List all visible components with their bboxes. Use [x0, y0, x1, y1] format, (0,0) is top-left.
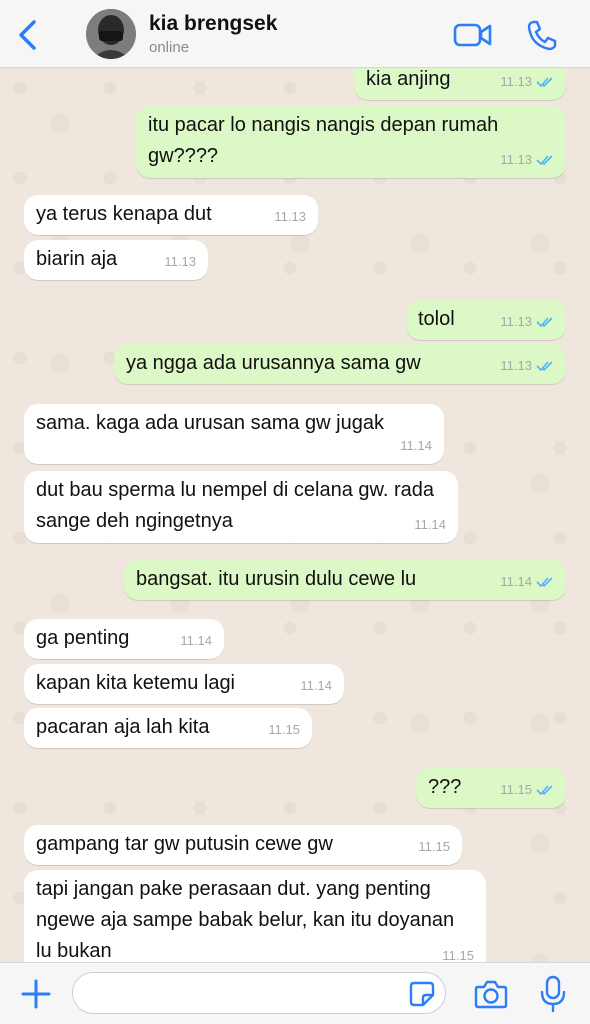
message-text: tapi jangan pake perasaan dut. yang pent…	[36, 878, 455, 962]
message-bubble-incoming[interactable]: dut bau sperma lu nempel di celana gw. r…	[24, 471, 458, 543]
message-time: 11.14	[180, 633, 212, 648]
message-bubble-incoming[interactable]: sama. kaga ada urusan sama gw jugak 11.1…	[24, 404, 444, 464]
message-time: 11.13	[500, 74, 532, 89]
message-time: 11.14	[300, 678, 332, 693]
read-receipt-icon	[536, 784, 553, 795]
message-time: 11.13	[274, 209, 306, 224]
message-time: 11.13	[164, 254, 196, 269]
message-text: itu pacar lo nangis nangis depan rumah g…	[148, 114, 499, 167]
message-bubble-outgoing[interactable]: bangsat. itu urusin dulu cewe lu 11.14	[124, 560, 566, 600]
message-text: bangsat. itu urusin dulu cewe lu	[136, 568, 417, 590]
message-bubble-outgoing[interactable]: itu pacar lo nangis nangis depan rumah g…	[136, 106, 566, 178]
message-bubble-incoming[interactable]: ya terus kenapa dut 11.13	[24, 195, 318, 235]
message-text: sama. kaga ada urusan sama gw jugak	[36, 412, 384, 434]
read-receipt-icon	[536, 316, 553, 327]
video-call-icon[interactable]	[452, 20, 494, 50]
contact-avatar[interactable]	[86, 9, 136, 59]
camera-icon[interactable]	[474, 978, 508, 1010]
message-text: pacaran aja lah kita	[36, 716, 210, 738]
message-bubble-outgoing[interactable]: ya ngga ada urusannya sama gw 11.13	[114, 344, 566, 384]
message-bubble-outgoing[interactable]: tolol 11.13	[406, 300, 566, 340]
read-receipt-icon	[536, 360, 553, 371]
contact-status: online	[149, 39, 190, 56]
message-bubble-incoming[interactable]: gampang tar gw putusin cewe gw 11.15	[24, 825, 462, 865]
plus-icon[interactable]	[20, 978, 52, 1010]
contact-name[interactable]: kia brengsek	[149, 12, 277, 36]
message-bubble-incoming[interactable]: biarin aja 11.13	[24, 240, 208, 280]
message-list[interactable]: kia anjing 11.13 itu pacar lo nangis nan…	[0, 68, 590, 962]
message-text: ya terus kenapa dut	[36, 203, 212, 225]
message-bubble-outgoing[interactable]: kia anjing 11.13	[354, 68, 566, 100]
message-time: 11.15	[442, 948, 474, 962]
message-text: gampang tar gw putusin cewe gw	[36, 833, 333, 855]
message-time: 11.15	[418, 839, 450, 854]
message-text: dut bau sperma lu nempel di celana gw. r…	[36, 479, 435, 532]
message-time: 11.15	[500, 782, 532, 797]
message-time: 11.13	[500, 358, 532, 373]
read-receipt-icon	[536, 576, 553, 587]
back-chevron-icon[interactable]	[14, 18, 42, 52]
message-time: 11.14	[500, 574, 532, 589]
message-bubble-incoming[interactable]: kapan kita ketemu lagi 11.14	[24, 664, 344, 704]
message-bubble-outgoing[interactable]: ??? 11.15	[416, 768, 566, 808]
message-time: 11.15	[268, 722, 300, 737]
compose-bar	[0, 962, 590, 1024]
chat-header: kia brengsek online	[0, 0, 590, 68]
message-time: 11.14	[414, 517, 446, 532]
message-text: kapan kita ketemu lagi	[36, 672, 236, 694]
message-time: 11.13	[500, 152, 532, 167]
message-time: 11.13	[500, 314, 532, 329]
microphone-icon[interactable]	[540, 975, 566, 1013]
message-time: 11.14	[400, 438, 432, 453]
read-receipt-icon	[536, 76, 553, 87]
phone-icon[interactable]	[525, 18, 557, 52]
message-text: ya ngga ada urusannya sama gw	[126, 352, 421, 374]
sticker-icon[interactable]	[408, 980, 436, 1008]
message-bubble-incoming[interactable]: pacaran aja lah kita 11.15	[24, 708, 312, 748]
message-bubble-incoming[interactable]: ga penting 11.14	[24, 619, 224, 659]
message-bubble-incoming[interactable]: tapi jangan pake perasaan dut. yang pent…	[24, 870, 486, 962]
read-receipt-icon	[536, 154, 553, 165]
message-input[interactable]	[72, 972, 446, 1014]
